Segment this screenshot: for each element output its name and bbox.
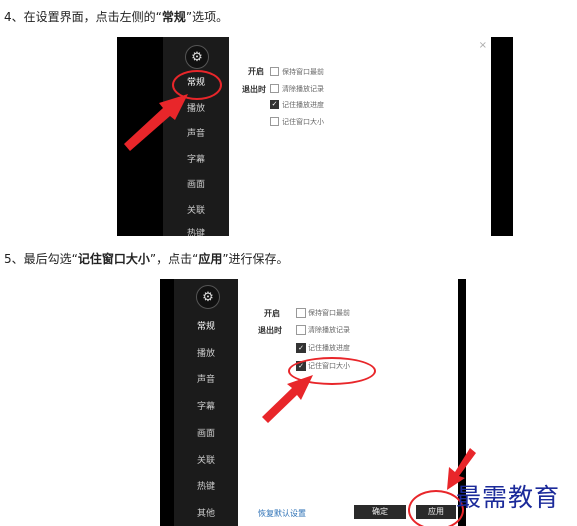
sidebar-item-general[interactable]: 常规: [174, 319, 238, 332]
option-keep-on-top: 保持窗口最前: [282, 68, 324, 76]
checkbox-remember-size[interactable]: [270, 117, 279, 126]
gear-icon[interactable]: ⚙: [196, 285, 220, 309]
settings-screenshot-2: ⚙ 常规 播放 声音 字幕 画面 关联 热键 其他 开启 退出时 保持窗口最前 …: [160, 279, 466, 526]
checkbox-keep-on-top[interactable]: [296, 308, 306, 318]
checkbox-remember-progress[interactable]: ✓: [270, 100, 279, 109]
checkbox-clear-history[interactable]: [270, 84, 279, 93]
sidebar-item-picture[interactable]: 画面: [163, 177, 229, 190]
sidebar-item-sound[interactable]: 声音: [163, 126, 229, 139]
reset-defaults-link[interactable]: 恢复默认设置: [258, 508, 306, 519]
label-open: 开启: [248, 67, 264, 76]
option-remember-progress: 记住播放进度: [308, 344, 350, 352]
sidebar-item-playback[interactable]: 播放: [163, 101, 229, 114]
ok-button[interactable]: 确定: [354, 505, 406, 519]
sidebar-item-playback[interactable]: 播放: [174, 346, 238, 359]
check-icon: ✓: [271, 100, 278, 108]
label-exit: 退出时: [258, 326, 282, 335]
option-keep-on-top: 保持窗口最前: [308, 309, 350, 317]
sidebar-item-picture[interactable]: 画面: [174, 426, 238, 439]
sidebar-item-other[interactable]: 其他: [174, 506, 238, 519]
checkbox-remember-progress[interactable]: ✓: [296, 343, 306, 353]
sidebar-item-hotkeys[interactable]: 热键: [174, 479, 238, 492]
option-remember-progress: 记住播放进度: [282, 101, 324, 109]
sidebar-item-sound[interactable]: 声音: [174, 372, 238, 385]
sidebar-item-association[interactable]: 关联: [163, 203, 229, 216]
highlight-oval-general: [172, 70, 222, 100]
checkbox-clear-history[interactable]: [296, 325, 306, 335]
sidebar-item-subtitles[interactable]: 字幕: [163, 152, 229, 165]
checkbox-keep-on-top[interactable]: [270, 67, 279, 76]
sidebar-item-hotkeys[interactable]: 热键: [163, 226, 229, 236]
option-remember-size: 记住窗口大小: [282, 118, 324, 126]
label-open: 开启: [264, 309, 280, 318]
sidebar-item-association[interactable]: 关联: [174, 453, 238, 466]
option-clear-history: 清除播放记录: [308, 326, 350, 334]
gear-icon[interactable]: ⚙: [185, 45, 209, 69]
step5-instruction: 5、最后勾选“记住窗口大小”，点击“应用”进行保存。: [4, 252, 289, 266]
sidebar-item-subtitles[interactable]: 字幕: [174, 399, 238, 412]
close-icon[interactable]: ×: [479, 40, 487, 51]
watermark-logo: 最需教育: [456, 483, 561, 512]
settings-screenshot-1: ⚙ 常规 播放 声音 字幕 画面 关联 热键 × 开启 退出时 保持窗口最前 清…: [117, 37, 513, 236]
option-clear-history: 清除播放记录: [282, 85, 324, 93]
label-exit: 退出时: [242, 85, 266, 94]
check-icon: ✓: [298, 344, 304, 352]
step4-instruction: 4、在设置界面，点击左侧的“常规”选项。: [4, 10, 229, 24]
highlight-oval-remember-size: [288, 357, 376, 385]
